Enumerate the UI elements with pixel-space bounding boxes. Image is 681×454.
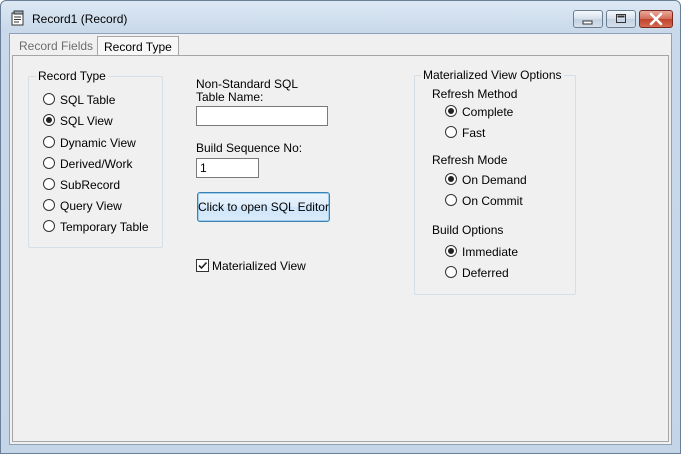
- radio-button: [43, 220, 55, 232]
- radio-button: [445, 266, 457, 278]
- radio-label: Query View: [60, 199, 122, 213]
- materialized-view-label: Materialized View: [212, 259, 306, 273]
- materialized-view-checkbox[interactable]: [196, 259, 209, 272]
- minimize-icon: [582, 20, 593, 25]
- record-type-group: Record Type SQL Table SQL View Dynamic V…: [28, 69, 163, 248]
- close-button[interactable]: [639, 10, 673, 28]
- minimize-button[interactable]: [573, 10, 603, 28]
- table-name-label-line1: Non-Standard SQL: [196, 77, 299, 91]
- radio-label: Fast: [462, 126, 486, 140]
- radio-button: [43, 199, 55, 211]
- record-type-legend: Record Type: [36, 69, 108, 83]
- window-title: Record1 (Record): [32, 12, 128, 26]
- radio-button: [43, 136, 55, 148]
- radio-label: Immediate: [462, 245, 519, 259]
- open-sql-editor-button[interactable]: Click to open SQL Editor: [197, 192, 330, 222]
- radio-button: [43, 157, 55, 169]
- radio-label: SQL View: [60, 114, 113, 128]
- build-sequence-input[interactable]: [196, 158, 259, 178]
- maximize-icon: [616, 14, 626, 23]
- radio-label: Complete: [462, 105, 514, 119]
- radio-button-selected: [43, 114, 55, 126]
- title-bar[interactable]: Record1 (Record): [1, 1, 680, 33]
- radio-label: SQL Table: [60, 93, 116, 107]
- radio-button: [445, 126, 457, 138]
- build-sequence-label: Build Sequence No:: [196, 141, 303, 155]
- table-name-input[interactable]: [196, 106, 328, 126]
- radio-label: Derived/Work: [60, 157, 133, 171]
- build-options-heading: Build Options: [432, 223, 504, 237]
- close-icon: [649, 12, 663, 26]
- tab-record-type[interactable]: Record Type: [97, 36, 179, 56]
- radio-button: [445, 194, 457, 206]
- client-area: Record Fields Record Type Record Type SQ…: [9, 33, 672, 445]
- radio-button-selected: [445, 105, 457, 117]
- record-window: Record1 (Record) Record Fields Record Ty…: [0, 0, 681, 454]
- materialized-view-checkbox-row[interactable]: Materialized View: [196, 258, 326, 274]
- record-app-icon: [11, 10, 24, 26]
- radio-label: SubRecord: [60, 178, 121, 192]
- materialized-view-options-group: Materialized View Options Refresh Method…: [414, 68, 576, 295]
- radio-label: On Commit: [462, 194, 523, 208]
- radio-button-selected: [445, 173, 457, 185]
- radio-button-selected: [445, 245, 457, 257]
- checkmark-icon: [198, 261, 208, 270]
- radio-label: Temporary Table: [60, 220, 149, 234]
- radio-button: [43, 178, 55, 190]
- radio-button: [43, 93, 55, 105]
- refresh-method-heading: Refresh Method: [432, 87, 518, 101]
- open-sql-editor-label: Click to open SQL Editor: [198, 200, 329, 214]
- refresh-mode-heading: Refresh Mode: [432, 153, 508, 167]
- maximize-button[interactable]: [606, 10, 636, 28]
- table-name-label-line2: Table Name:: [196, 90, 264, 104]
- record-type-panel: Record Type SQL Table SQL View Dynamic V…: [12, 55, 669, 442]
- radio-label: Dynamic View: [60, 136, 136, 150]
- radio-label: On Demand: [462, 173, 527, 187]
- radio-label: Deferred: [462, 266, 509, 280]
- mv-options-legend: Materialized View Options: [421, 68, 564, 82]
- tab-record-fields[interactable]: Record Fields: [13, 37, 99, 55]
